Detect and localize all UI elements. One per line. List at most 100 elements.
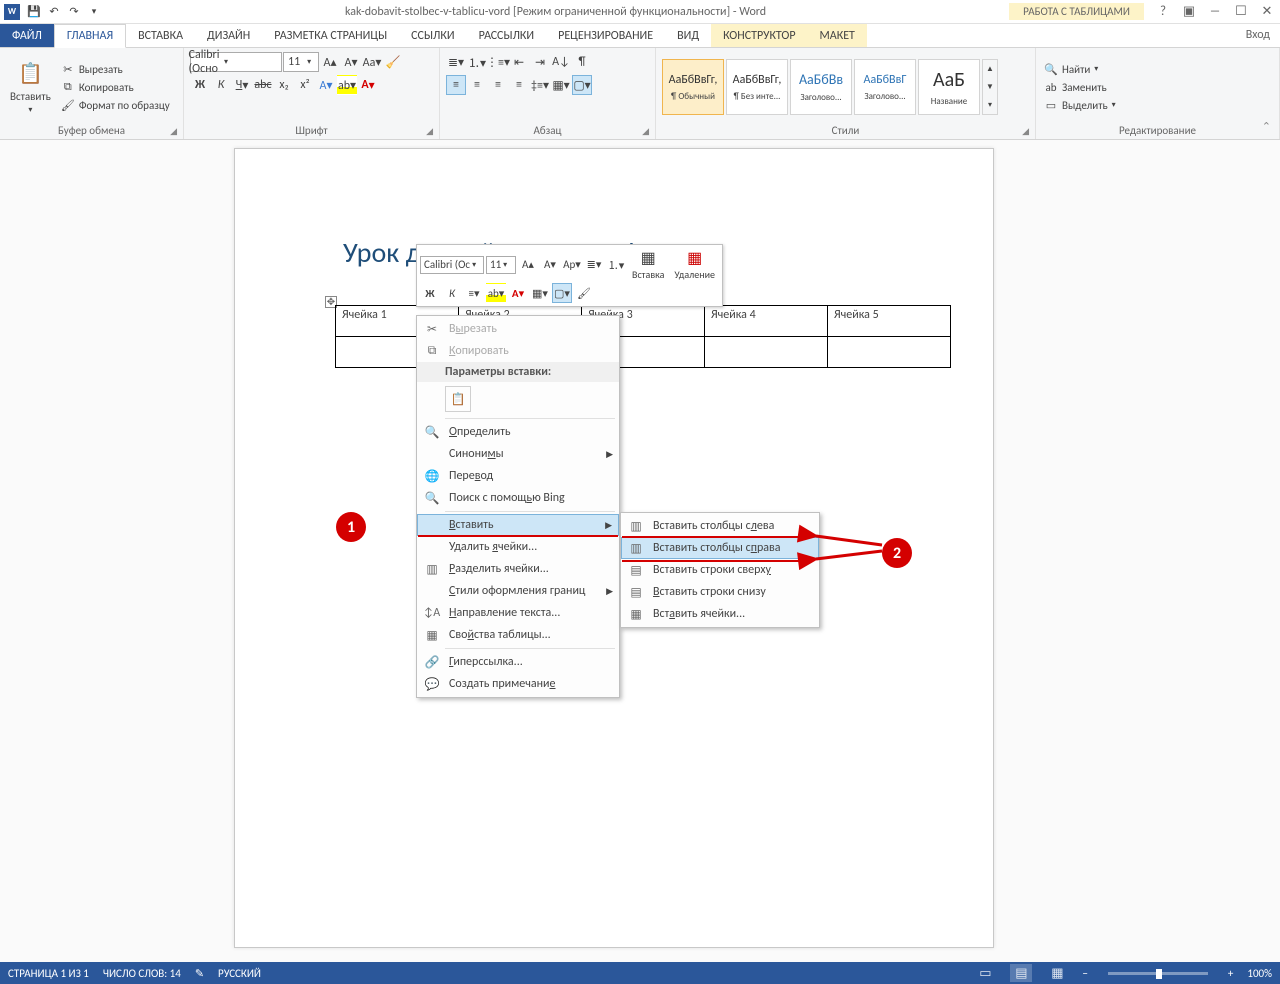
tab-home[interactable]: ГЛАВНАЯ (54, 24, 126, 48)
ctx-delete-cells[interactable]: Удалить ячейки... (417, 536, 619, 558)
tab-constructor[interactable]: КОНСТРУКТОР (711, 24, 807, 47)
format-painter-button[interactable]: 🖌Формат по образцу (59, 97, 172, 113)
text-effects-icon[interactable]: A▾ (316, 75, 336, 95)
ctx-synonyms[interactable]: Синонимы▶ (417, 443, 619, 465)
close-icon[interactable]: ✕ (1258, 3, 1276, 21)
find-button[interactable]: 🔍Найти ▾ (1042, 61, 1118, 77)
line-spacing-icon[interactable]: ‡≡▾ (530, 75, 550, 95)
mini-italic-icon[interactable]: К (442, 283, 462, 303)
mini-borders-icon[interactable]: ▢▾ (552, 283, 572, 303)
style-heading1[interactable]: АаБбВвЗаголово... (790, 59, 852, 115)
mini-size-combo[interactable]: 11▾ (486, 256, 516, 274)
collapse-ribbon-icon[interactable]: ⌃ (1262, 120, 1271, 133)
justify-icon[interactable]: ≡ (509, 75, 529, 95)
sub-cols-left[interactable]: ▥Вставить столбцы слева (621, 515, 819, 537)
copy-button[interactable]: ⧉Копировать (59, 79, 172, 95)
sub-rows-above[interactable]: ▤Вставить строки сверху (621, 559, 819, 581)
font-name-combo[interactable]: Calibri (Осно▾ (190, 52, 282, 72)
style-up-icon[interactable]: ▲ (983, 60, 997, 78)
redo-icon[interactable]: ↷ (66, 4, 82, 20)
ctx-text-direction[interactable]: ↕AНаправление текста... (417, 602, 619, 624)
multilevel-icon[interactable]: ⋮≡▾ (488, 52, 508, 72)
status-words[interactable]: ЧИСЛО СЛОВ: 14 (103, 967, 181, 980)
numbering-icon[interactable]: ⒈▾ (467, 52, 487, 72)
ctx-insert[interactable]: Вставить▶ (417, 514, 619, 536)
paste-keep-source-icon[interactable]: 📋 (445, 386, 471, 412)
maximize-icon[interactable]: ☐ (1232, 3, 1250, 21)
mini-painter-icon[interactable]: 🖌 (574, 283, 594, 303)
align-right-icon[interactable]: ≡ (488, 75, 508, 95)
save-icon[interactable]: 💾 (26, 4, 42, 20)
style-more-icon[interactable]: ▾ (983, 96, 997, 114)
ctx-table-props[interactable]: ▦Свойства таблицы... (417, 624, 619, 646)
mini-styles-icon[interactable]: Ap▾ (562, 255, 582, 275)
launcher-icon[interactable]: ◢ (426, 126, 433, 137)
table-cell[interactable] (705, 337, 828, 368)
mini-numbering-icon[interactable]: ⒈▾ (606, 255, 626, 275)
ctx-copy[interactable]: ⧉Копировать (417, 340, 619, 362)
tab-file[interactable]: ФАЙЛ (0, 24, 54, 47)
cut-button[interactable]: ✂Вырезать (59, 61, 172, 77)
superscript-icon[interactable]: x² (295, 75, 315, 95)
mini-fontcolor-icon[interactable]: A▾ (508, 283, 528, 303)
ctx-translate[interactable]: 🌐Перевод (417, 465, 619, 487)
status-language[interactable]: РУССКИЙ (218, 967, 261, 980)
tab-insert[interactable]: ВСТАВКА (126, 24, 195, 47)
shrink-font-icon[interactable]: A▾ (341, 52, 361, 72)
ribbon-options-icon[interactable]: ▣ (1180, 3, 1198, 21)
ctx-split-cells[interactable]: ▥Разделить ячейки... (417, 558, 619, 580)
paste-button[interactable]: 📋 Вставить ▾ (6, 58, 55, 117)
styles-gallery[interactable]: АаБбВвГг,¶ Обычный АаБбВвГг,¶ Без инте..… (662, 59, 998, 115)
tab-references[interactable]: ССЫЛКИ (399, 24, 466, 47)
mini-bold-icon[interactable]: Ж (420, 283, 440, 303)
font-color-icon[interactable]: A▾ (358, 75, 378, 95)
style-normal[interactable]: АаБбВвГг,¶ Обычный (662, 59, 724, 115)
style-title[interactable]: АаБНазвание (918, 59, 980, 115)
underline-icon[interactable]: Ч▾ (232, 75, 252, 95)
bold-icon[interactable]: Ж (190, 75, 210, 95)
sub-cells[interactable]: ▦Вставить ячейки... (621, 603, 819, 625)
style-down-icon[interactable]: ▼ (983, 78, 997, 96)
select-button[interactable]: ▭Выделить ▾ (1042, 97, 1118, 113)
zoom-slider[interactable] (1108, 972, 1208, 975)
mini-shading-icon[interactable]: ▦▾ (530, 283, 550, 303)
mini-delete-button[interactable]: ▦Удаление (670, 248, 719, 281)
table-cell[interactable]: Ячейка 4 (705, 306, 828, 337)
view-web-icon[interactable]: ▦ (1046, 964, 1068, 982)
bullets-icon[interactable]: ≣▾ (446, 52, 466, 72)
mini-highlight-icon[interactable]: ab▾ (486, 283, 506, 303)
mini-insert-button[interactable]: ▦Вставка (628, 248, 668, 281)
strike-icon[interactable]: abc (253, 75, 273, 95)
ctx-comment[interactable]: 💬Создать примечание (417, 673, 619, 695)
tab-table-layout[interactable]: МАКЕТ (808, 24, 867, 47)
tab-design[interactable]: ДИЗАЙН (195, 24, 262, 47)
style-heading2[interactable]: АаБбВвГЗаголово... (854, 59, 916, 115)
table-cell[interactable]: Ячейка 5 (828, 306, 951, 337)
mini-shrink-icon[interactable]: A▾ (540, 255, 560, 275)
zoom-in-icon[interactable]: + (1228, 967, 1233, 980)
align-center-icon[interactable]: ≡ (467, 75, 487, 95)
ctx-bing[interactable]: 🔍Поиск с помощью Bing (417, 487, 619, 509)
launcher-icon[interactable]: ◢ (1022, 126, 1029, 137)
show-marks-icon[interactable]: ¶ (572, 52, 592, 72)
ctx-hyperlink[interactable]: 🔗Гиперссылка... (417, 651, 619, 673)
sub-cols-right[interactable]: ▥Вставить столбцы справа (621, 537, 819, 559)
view-read-icon[interactable]: ▭ (974, 964, 996, 982)
increase-indent-icon[interactable]: ⇥ (530, 52, 550, 72)
borders-icon[interactable]: ▢▾ (572, 75, 592, 95)
login-link[interactable]: Вход (1236, 24, 1280, 47)
decrease-indent-icon[interactable]: ⇤ (509, 52, 529, 72)
launcher-icon[interactable]: ◢ (642, 126, 649, 137)
mini-grow-icon[interactable]: A▴ (518, 255, 538, 275)
tab-page-layout[interactable]: РАЗМЕТКА СТРАНИЦЫ (262, 24, 399, 47)
sub-rows-below[interactable]: ▤Вставить строки снизу (621, 581, 819, 603)
highlight-icon[interactable]: ab▾ (337, 75, 357, 95)
undo-icon[interactable]: ↶ (46, 4, 62, 20)
minimize-icon[interactable]: ― (1206, 3, 1224, 21)
qat-menu-icon[interactable]: ▾ (86, 4, 102, 20)
zoom-out-icon[interactable]: − (1082, 967, 1087, 980)
tab-mailings[interactable]: РАССЫЛКИ (467, 24, 547, 47)
italic-icon[interactable]: К (211, 75, 231, 95)
tab-view[interactable]: ВИД (665, 24, 711, 47)
sort-icon[interactable]: A↓ (551, 52, 571, 72)
